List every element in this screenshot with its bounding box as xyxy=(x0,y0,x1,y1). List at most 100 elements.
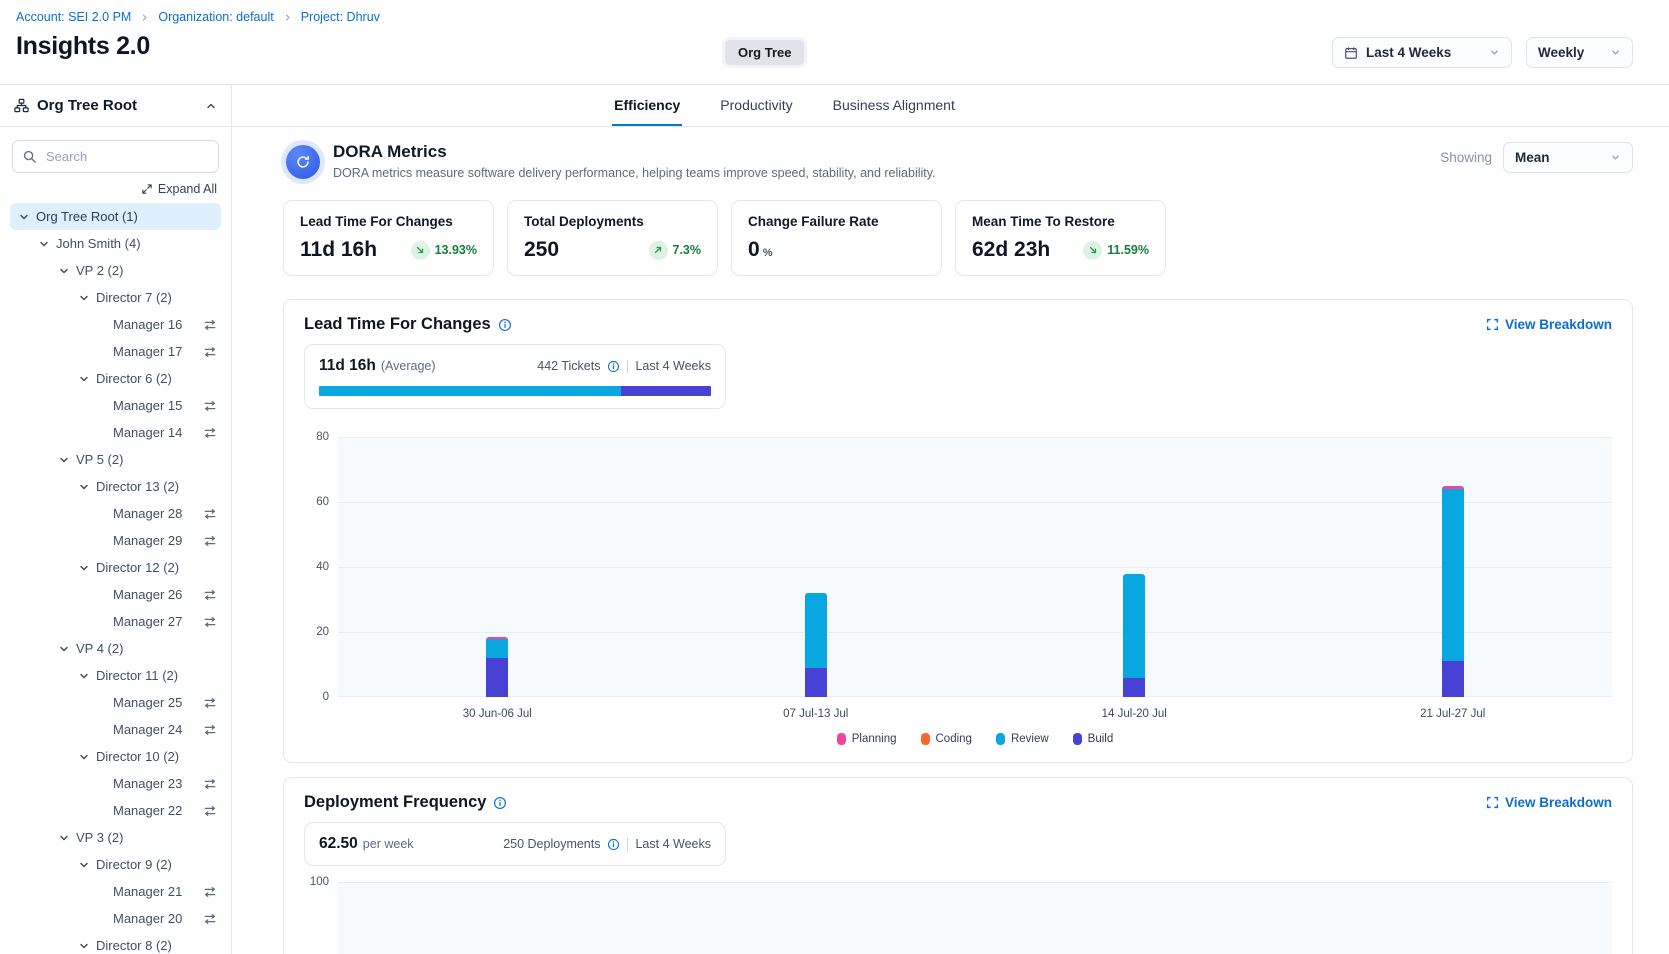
tab-productivity[interactable]: Productivity xyxy=(718,85,794,126)
chevron-down-icon[interactable] xyxy=(58,643,70,655)
granularity-select[interactable]: Weekly xyxy=(1526,37,1633,68)
tree-item[interactable]: Manager 24 xyxy=(10,716,221,743)
filter-sliders-icon[interactable] xyxy=(203,696,217,710)
legend-label: Planning xyxy=(852,733,897,745)
tree-item[interactable]: VP 4 (2) xyxy=(10,635,221,662)
tree-item[interactable]: Manager 21 xyxy=(10,878,221,905)
tree-item[interactable]: Manager 29 xyxy=(10,527,221,554)
tree-item[interactable]: Manager 23 xyxy=(10,770,221,797)
chevron-down-icon[interactable] xyxy=(78,859,90,871)
org-tree-button[interactable]: Org Tree xyxy=(722,37,807,68)
tree-item[interactable]: Director 12 (2) xyxy=(10,554,221,581)
chevron-down-icon[interactable] xyxy=(78,373,90,385)
tree-item[interactable]: VP 2 (2) xyxy=(10,257,221,284)
tree-item[interactable]: VP 3 (2) xyxy=(10,824,221,851)
tree-item[interactable]: Manager 15 xyxy=(10,392,221,419)
legend-label: Build xyxy=(1088,733,1114,745)
tree-item[interactable]: Director 9 (2) xyxy=(10,851,221,878)
tree-item[interactable]: Manager 14 xyxy=(10,419,221,446)
gridline xyxy=(338,567,1612,568)
lead-time-stage-bar xyxy=(319,386,711,396)
chevron-down-icon[interactable] xyxy=(78,481,90,493)
deployment-title: Deployment Frequency xyxy=(304,793,507,812)
showing-select[interactable]: Mean xyxy=(1503,142,1633,173)
info-icon[interactable] xyxy=(607,360,620,373)
chevron-down-icon[interactable] xyxy=(78,292,90,304)
breadcrumb-project-link[interactable]: Project: Dhruv xyxy=(301,10,380,24)
chevron-down-icon[interactable] xyxy=(78,751,90,763)
filter-sliders-icon[interactable] xyxy=(203,426,217,440)
chevron-down-icon[interactable] xyxy=(18,211,30,223)
breadcrumb-organization-link[interactable]: Organization: default xyxy=(158,10,273,24)
info-icon[interactable] xyxy=(498,318,512,332)
chevron-down-icon[interactable] xyxy=(58,265,70,277)
insights-dashboard: Account: SEI 2.0 PM Organization: defaul… xyxy=(0,0,1669,954)
tree-item[interactable]: Director 13 (2) xyxy=(10,473,221,500)
filter-sliders-icon[interactable] xyxy=(203,723,217,737)
chevron-up-icon[interactable] xyxy=(205,100,217,112)
chevron-down-icon[interactable] xyxy=(78,940,90,952)
filter-sliders-icon[interactable] xyxy=(203,345,217,359)
filter-sliders-icon[interactable] xyxy=(203,318,217,332)
tree-item[interactable]: Manager 17 xyxy=(10,338,221,365)
calendar-icon xyxy=(1344,46,1358,60)
tree-item[interactable]: Manager 20 xyxy=(10,905,221,932)
breadcrumb-account-link[interactable]: Account: SEI 2.0 PM xyxy=(16,10,131,24)
tree-item-label: Manager 26 xyxy=(113,587,182,602)
tree-item[interactable]: Director 8 (2) xyxy=(10,932,221,954)
x-axis-label: 07 Jul-13 Jul xyxy=(657,708,976,720)
chevron-down-icon[interactable] xyxy=(58,832,70,844)
dora-header: DORA Metrics DORA metrics measure softwa… xyxy=(283,142,1633,180)
legend-item-coding[interactable]: Coding xyxy=(921,733,972,745)
tab-business-alignment[interactable]: Business Alignment xyxy=(831,85,957,126)
legend-item-build[interactable]: Build xyxy=(1073,733,1114,745)
tree-item[interactable]: Manager 27 xyxy=(10,608,221,635)
tree-item[interactable]: Director 6 (2) xyxy=(10,365,221,392)
filter-sliders-icon[interactable] xyxy=(203,588,217,602)
info-icon[interactable] xyxy=(493,796,507,810)
filter-sliders-icon[interactable] xyxy=(203,399,217,413)
gridline xyxy=(338,437,1612,438)
tree-item[interactable]: Manager 22 xyxy=(10,797,221,824)
header-controls: Last 4 Weeks Weekly xyxy=(1332,37,1633,68)
tree-item[interactable]: Director 7 (2) xyxy=(10,284,221,311)
deployment-view-breakdown-link[interactable]: View Breakdown xyxy=(1486,795,1612,810)
tree-item[interactable]: Org Tree Root (1) xyxy=(10,203,221,230)
org-tree-list: Org Tree Root (1)John Smith (4)VP 2 (2)D… xyxy=(0,203,231,954)
chevron-down-icon[interactable] xyxy=(78,670,90,682)
chevron-down-icon[interactable] xyxy=(38,238,50,250)
tree-item[interactable]: Manager 25 xyxy=(10,689,221,716)
filter-sliders-icon[interactable] xyxy=(203,534,217,548)
main-panel: Efficiency Productivity Business Alignme… xyxy=(232,85,1669,954)
tab-efficiency[interactable]: Efficiency xyxy=(612,85,682,126)
filter-sliders-icon[interactable] xyxy=(203,912,217,926)
filter-sliders-icon[interactable] xyxy=(203,615,217,629)
filter-sliders-icon[interactable] xyxy=(203,804,217,818)
showing-value: Mean xyxy=(1515,150,1550,165)
tree-item[interactable]: Director 11 (2) xyxy=(10,662,221,689)
tree-item[interactable]: Manager 28 xyxy=(10,500,221,527)
search-icon xyxy=(22,149,37,169)
expand-all-button[interactable]: Expand All xyxy=(0,182,231,196)
tree-item[interactable]: Manager 16 xyxy=(10,311,221,338)
date-range-select[interactable]: Last 4 Weeks xyxy=(1332,37,1512,68)
tree-item-label: Manager 25 xyxy=(113,695,182,710)
trend-down-icon xyxy=(411,241,430,260)
legend-item-review[interactable]: Review xyxy=(996,733,1049,745)
chevron-down-icon[interactable] xyxy=(78,562,90,574)
tree-item[interactable]: Director 10 (2) xyxy=(10,743,221,770)
legend-item-planning[interactable]: Planning xyxy=(837,733,897,745)
tree-item-label: Director 12 (2) xyxy=(96,560,179,575)
chevron-down-icon[interactable] xyxy=(58,454,70,466)
tree-item[interactable]: John Smith (4) xyxy=(10,230,221,257)
info-icon[interactable] xyxy=(607,838,620,851)
filter-sliders-icon[interactable] xyxy=(203,777,217,791)
filter-sliders-icon[interactable] xyxy=(203,507,217,521)
lead-time-view-breakdown-link[interactable]: View Breakdown xyxy=(1486,317,1612,332)
tree-item[interactable]: Manager 26 xyxy=(10,581,221,608)
search-input[interactable] xyxy=(12,140,219,173)
filter-sliders-icon[interactable] xyxy=(203,885,217,899)
trend-badge: 7.3% xyxy=(649,241,702,260)
tree-item[interactable]: VP 5 (2) xyxy=(10,446,221,473)
tree-item-label: Manager 21 xyxy=(113,884,182,899)
